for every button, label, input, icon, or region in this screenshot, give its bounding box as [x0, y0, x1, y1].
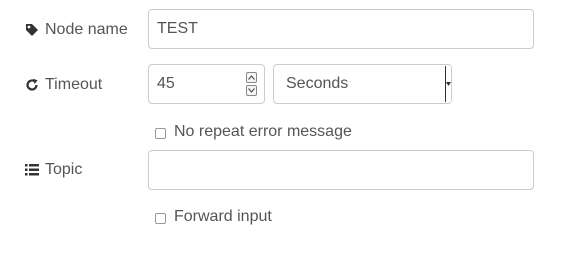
- tag-icon: [24, 22, 40, 38]
- timeout-unit-select[interactable]: Seconds: [273, 64, 452, 104]
- forward-input-label: Forward input: [174, 208, 272, 225]
- timeout-label-text: Timeout: [45, 76, 103, 93]
- timeout-input[interactable]: 45: [148, 64, 265, 104]
- spin-down-button[interactable]: [246, 85, 257, 96]
- topic-label: Topic: [24, 160, 82, 180]
- chevron-up-icon: [248, 75, 255, 80]
- topic-label-text: Topic: [45, 161, 83, 178]
- forward-input-checkbox[interactable]: [155, 213, 166, 224]
- forward-input-option[interactable]: Forward input: [155, 208, 272, 226]
- list-icon: [24, 162, 40, 178]
- no-repeat-error-label: No repeat error message: [174, 123, 352, 140]
- timeout-spinner: [246, 72, 258, 96]
- node-name-label: Node name: [24, 20, 128, 40]
- node-name-label-text: Node name: [45, 21, 128, 38]
- select-caret: [445, 66, 451, 102]
- node-name-value: TEST: [157, 20, 198, 37]
- timeout-value: 45: [157, 75, 175, 92]
- no-repeat-error-checkbox[interactable]: [155, 128, 166, 139]
- refresh-icon: [24, 77, 40, 93]
- spin-up-button[interactable]: [246, 72, 257, 83]
- topic-input[interactable]: [148, 150, 534, 190]
- chevron-down-icon: [248, 88, 255, 93]
- timeout-unit-value: Seconds: [286, 75, 349, 92]
- caret-down-icon: [446, 82, 451, 86]
- node-name-input[interactable]: TEST: [148, 9, 534, 49]
- no-repeat-error-option[interactable]: No repeat error message: [155, 123, 352, 141]
- timeout-label: Timeout: [24, 75, 102, 95]
